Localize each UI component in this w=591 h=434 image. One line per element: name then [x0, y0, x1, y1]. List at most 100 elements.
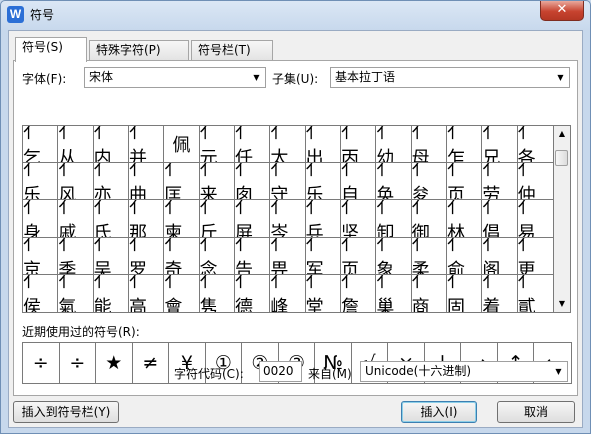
symbol-cell[interactable]: 亻亦 [93, 163, 129, 201]
symbol-cell[interactable]: 亻匡 [164, 163, 200, 201]
symbol-cell[interactable]: 亻京 [23, 237, 59, 275]
symbol-cell[interactable]: 亻坚 [340, 200, 377, 238]
font-select-value: 宋体 [89, 70, 114, 84]
scroll-thumb[interactable] [555, 150, 568, 166]
tab-special-characters[interactable]: 特殊字符(P) [89, 40, 189, 61]
symbol-cell[interactable]: 亻幼 [376, 126, 412, 164]
symbol-cell[interactable]: 亻乐 [305, 163, 341, 201]
symbol-cell[interactable]: 亻太 [270, 126, 306, 164]
tab-symbol-bar[interactable]: 符号栏(T) [191, 40, 273, 61]
symbol-cell[interactable]: 亻隽 [200, 274, 235, 312]
encoding-select[interactable]: Unicode(十六进制) ▼ [360, 361, 568, 382]
symbol-cell[interactable]: 亻内 [93, 126, 129, 164]
recent-symbol-cell[interactable]: ★ [96, 343, 133, 383]
cancel-button[interactable]: 取消 [497, 401, 575, 423]
symbol-cell[interactable]: 亻能 [94, 274, 129, 312]
insert-to-symbol-bar-button[interactable]: 插入到符号栏(Y) [13, 401, 119, 423]
font-select[interactable]: 宋体 ▼ [84, 67, 266, 88]
symbol-cell[interactable]: 亻倡 [482, 200, 518, 238]
symbol-cell[interactable]: 亻貳 [518, 275, 553, 312]
char-code-input[interactable]: 0020 [259, 361, 302, 382]
symbol-cell[interactable]: 亻阁 [482, 237, 518, 275]
symbol-cell[interactable]: 亻仲 [517, 163, 553, 201]
symbol-cell[interactable]: 亻着 [482, 274, 518, 312]
symbol-cell[interactable]: 亻林 [446, 200, 483, 238]
symbol-cell[interactable]: 亻念 [199, 237, 235, 275]
symbol-grid: 亻乞 亻从 亻内 亻并佩亻元 亻任 亻太 亻出 亻丙 亻幼 亻母 亻乍 亻兄 亻各 亻乐 亻风 亻亦 亻曲 亻匡亻… [22, 125, 554, 313]
symbol-cell[interactable]: 亻兄 [482, 126, 518, 164]
symbol-cell[interactable]: 亻俞 [446, 237, 483, 275]
symbol-cell[interactable]: 亻兵 [305, 200, 341, 238]
symbol-cell[interactable]: 亻从 [58, 126, 94, 164]
symbol-cell[interactable]: 亻夋 [411, 163, 447, 201]
chevron-down-icon: ▼ [557, 73, 564, 82]
recent-symbol-cell[interactable]: ÷ [60, 343, 97, 383]
symbol-cell[interactable]: 亻自 [340, 163, 377, 201]
symbol-cell[interactable]: 亻吴 [93, 237, 129, 275]
symbol-cell[interactable]: 亻元 [199, 126, 235, 164]
symbol-cell[interactable]: 亻出 [305, 126, 341, 164]
symbol-cell[interactable]: 亻商 [412, 274, 447, 312]
symbol-cell[interactable]: 亻告 [234, 237, 271, 275]
symbol-cell[interactable]: 亻御 [411, 200, 447, 238]
symbol-cell[interactable]: 亻军 [305, 237, 341, 275]
symbol-grid-scrollbar[interactable]: ▲ ▼ [554, 125, 571, 313]
recent-symbol-cell[interactable]: ÷ [23, 343, 60, 383]
symbol-cell[interactable]: 亻季 [58, 237, 94, 275]
symbol-cell[interactable]: 亻乐 [23, 163, 59, 201]
insert-button[interactable]: 插入(I) [401, 401, 477, 423]
symbol-cell[interactable]: 亻卸 [376, 200, 412, 238]
scroll-down-icon[interactable]: ▼ [554, 296, 570, 312]
symbol-cell[interactable]: 亻峰 [270, 274, 306, 312]
symbol-cell[interactable]: 亻屏 [234, 200, 271, 238]
tab-symbols[interactable]: 符号(S) [15, 37, 87, 62]
symbol-cell[interactable]: 亻柬 [164, 200, 200, 238]
symbol-cell[interactable]: 亻风 [58, 163, 94, 201]
close-button[interactable]: ✕ [540, 1, 584, 21]
symbol-cell[interactable]: 亻罗 [128, 237, 165, 275]
symbol-cell[interactable]: 亻會 [164, 274, 200, 312]
char-code-label: 字符代码(C): [174, 367, 244, 381]
symbol-cell[interactable]: 亻詹 [341, 274, 377, 312]
symbol-cell[interactable]: 亻守 [270, 163, 306, 201]
symbol-cell[interactable]: 亻德 [235, 274, 271, 312]
symbol-cell[interactable]: 亻岑 [270, 200, 306, 238]
symbol-cell[interactable]: 亻各 [517, 126, 553, 164]
symbol-cell[interactable]: 亻乞 [23, 126, 59, 164]
symbol-cell[interactable]: 亻身 [23, 200, 59, 238]
symbol-cell[interactable]: 亻乍 [446, 126, 483, 164]
symbol-cell[interactable]: 亻那 [128, 200, 165, 238]
symbol-cell[interactable]: 亻氐 [93, 200, 129, 238]
symbol-cell[interactable]: 亻丙 [340, 126, 377, 164]
recent-symbol-cell[interactable]: ≠ [133, 343, 170, 383]
symbol-cell[interactable]: 亻囱 [234, 163, 271, 201]
symbol-cell[interactable]: 亻斤 [199, 200, 235, 238]
symbol-cell[interactable]: 亻来 [199, 163, 235, 201]
symbol-cell[interactable]: 亻固 [447, 274, 483, 312]
symbol-cell[interactable]: 亻奇 [164, 237, 200, 275]
symbol-cell[interactable]: 亻氣 [58, 274, 94, 312]
symbol-cell[interactable]: 亻更 [517, 238, 553, 275]
symbol-cell[interactable]: 亻高 [129, 274, 165, 312]
symbol-cell[interactable]: 亻任 [234, 126, 271, 164]
close-icon: ✕ [556, 2, 568, 17]
symbol-cell[interactable]: 亻母 [411, 126, 447, 164]
symbol-cell[interactable]: 亻象 [376, 237, 412, 275]
symbol-cell[interactable]: 亻堂 [306, 274, 341, 312]
symbol-cell[interactable]: 亻易 [517, 200, 553, 238]
symbol-cell[interactable]: 亻畀 [270, 237, 306, 275]
symbol-cell[interactable]: 亻巢 [376, 274, 412, 312]
symbol-cell[interactable]: 佩 [164, 126, 200, 164]
scroll-up-icon[interactable]: ▲ [554, 126, 570, 142]
subset-select[interactable]: 基本拉丁语 ▼ [330, 67, 570, 88]
symbol-cell[interactable]: 亻劳 [482, 163, 518, 201]
symbol-cell[interactable]: 亻页 [446, 163, 483, 201]
symbol-cell[interactable]: 亻侯 [23, 274, 59, 312]
symbol-cell[interactable]: 亻页 [340, 237, 377, 275]
subset-label: 子集(U): [272, 72, 319, 86]
symbol-cell[interactable]: 亻柔 [411, 237, 447, 275]
symbol-cell[interactable]: 亻戚 [58, 200, 94, 238]
symbol-cell[interactable]: 亻曲 [128, 163, 165, 201]
symbol-cell[interactable]: 亻并 [128, 126, 165, 164]
symbol-cell[interactable]: 亻奂 [376, 163, 412, 201]
